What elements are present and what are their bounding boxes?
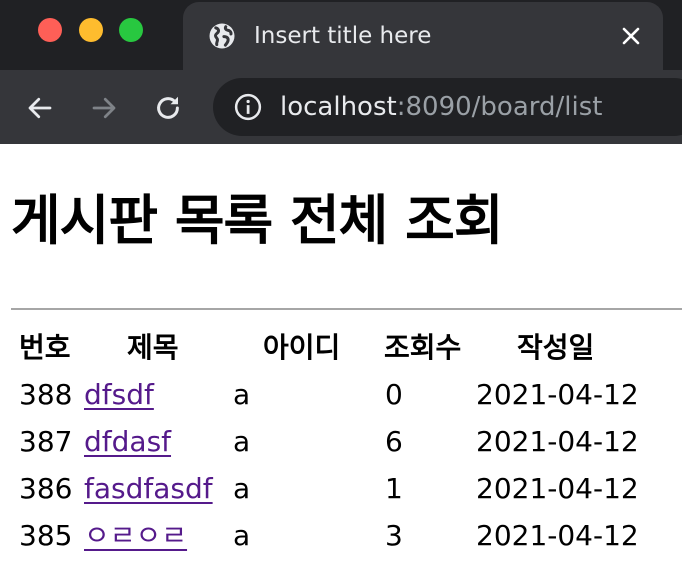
row-author-id: a [233, 519, 251, 552]
post-title-link[interactable]: fasdfasdf [84, 472, 213, 505]
row-number: 385 [19, 519, 73, 552]
forward-arrow-icon[interactable] [88, 92, 120, 124]
row-number: 387 [19, 425, 73, 458]
site-info-icon[interactable] [233, 92, 263, 122]
header-author-id: 아이디 [263, 331, 341, 364]
tab-close-icon[interactable] [617, 22, 645, 50]
address-bar[interactable]: localhost:8090/board/list [213, 78, 682, 136]
header-title: 제목 [127, 331, 179, 364]
post-title-link[interactable]: dfdasf [84, 425, 171, 458]
row-date: 2021-04-12 [476, 378, 639, 411]
page-title: 게시판 목록 전체 조회 [11, 189, 504, 252]
row-date: 2021-04-12 [476, 519, 639, 552]
post-title-link[interactable]: dfsdf [84, 378, 154, 411]
header-views: 조회수 [384, 331, 462, 364]
row-views: 0 [385, 378, 403, 411]
globe-icon [207, 21, 237, 51]
browser-tab-active[interactable]: Insert title here [183, 2, 663, 70]
row-number: 388 [19, 378, 73, 411]
divider [11, 308, 682, 310]
browser-tab-strip: Insert title here [0, 0, 682, 70]
tab-title: Insert title here [254, 23, 432, 49]
header-date: 작성일 [517, 331, 595, 364]
row-views: 6 [385, 425, 403, 458]
post-title-link[interactable]: ㅇㄹㅇㄹ [84, 519, 187, 552]
close-window-button[interactable] [38, 18, 62, 42]
row-title-cell: fasdfasdf [84, 469, 213, 509]
row-author-id: a [233, 425, 251, 458]
url-text: localhost:8090/board/list [280, 91, 602, 123]
row-date: 2021-04-12 [476, 472, 639, 505]
header-number: 번호 [19, 331, 71, 364]
maximize-window-button[interactable] [119, 18, 143, 42]
reload-icon[interactable] [152, 92, 184, 124]
row-author-id: a [233, 472, 251, 505]
row-title-cell: dfsdf [84, 375, 154, 415]
url-path: :8090/board/list [396, 92, 603, 122]
browser-toolbar: localhost:8090/board/list [0, 70, 682, 144]
page-content: 게시판 목록 전체 조회 번호 제목 아이디 조회수 작성일 388 dfsdf… [0, 144, 682, 566]
row-views: 3 [385, 519, 403, 552]
back-arrow-icon[interactable] [24, 92, 56, 124]
row-number: 386 [19, 472, 73, 505]
minimize-window-button[interactable] [79, 18, 103, 42]
row-title-cell: ㅇㄹㅇㄹ [84, 516, 187, 556]
row-date: 2021-04-12 [476, 425, 639, 458]
row-author-id: a [233, 378, 251, 411]
row-views: 1 [385, 472, 403, 505]
url-host: localhost [280, 92, 397, 122]
row-title-cell: dfdasf [84, 422, 171, 462]
